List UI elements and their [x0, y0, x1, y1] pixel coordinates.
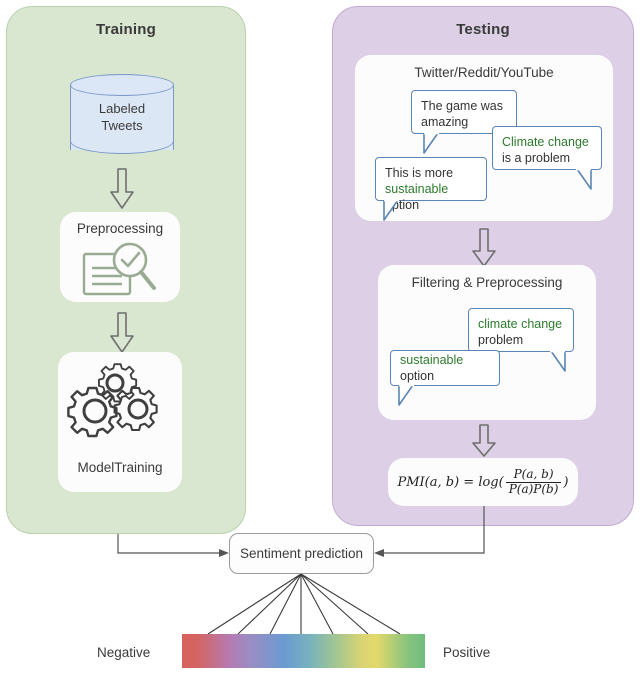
negative-label: Negative	[97, 645, 151, 660]
labeled-tweets-label: Labeled Tweets	[70, 100, 174, 134]
bubble-sustainable-highlight: sustainable	[385, 182, 449, 196]
down-block-arrow	[108, 168, 136, 210]
down-block-arrow	[470, 228, 498, 268]
bubble-climate: Climate change is a problem	[492, 126, 602, 190]
arrowhead-right	[374, 549, 384, 557]
arrowhead-left	[219, 549, 229, 557]
model-training-title: ModelTraining	[77, 460, 163, 475]
down-block-arrow	[470, 424, 498, 458]
bubble-sustainable: This is more sustainable option	[375, 157, 487, 221]
pmi-numerator: P(a, b)	[513, 466, 554, 481]
preprocessing-title: Preprocessing	[76, 221, 164, 236]
training-panel-title: Training	[96, 21, 156, 38]
bubble-climate-filtered: climate change problem	[468, 308, 574, 372]
labeled-tweets-line2: Tweets	[101, 118, 143, 133]
bubble-climate-filtered-highlight: climate change	[478, 317, 563, 331]
prediction-fan-lines	[207, 573, 401, 635]
diagram-canvas: Training Labeled Tweets Preprocessing Mo…	[0, 0, 640, 674]
pmi-fraction: P(a, b) P(a)P(b)	[505, 466, 562, 497]
pmi-formula: PMI(a, b) = log( P(a, b) P(a)P(b) )	[397, 466, 569, 497]
bubble-tail-icon	[382, 198, 404, 221]
training-to-prediction-connector	[117, 534, 222, 554]
testing-panel-title: Testing	[456, 21, 510, 38]
bubble-sustainable-pre: This is more	[385, 166, 454, 180]
social-sources-title: Twitter/Reddit/YouTube	[414, 65, 554, 80]
document-magnifier-check-icon	[80, 240, 162, 298]
sentiment-prediction-label: Sentiment prediction	[239, 546, 364, 561]
pmi-denominator: P(a)P(b)	[505, 481, 562, 497]
bubble-sustainable-filtered: sustainable option	[390, 350, 500, 406]
pmi-rhs: )	[563, 474, 569, 490]
bubble-sustainable-filtered-rest: option	[400, 369, 435, 383]
down-block-arrow	[108, 312, 136, 354]
sentiment-gradient-bar	[182, 634, 425, 668]
bubble-tail-icon	[397, 383, 419, 406]
bubble-climate-highlight: Climate change	[502, 135, 589, 149]
cylinder-bottom	[70, 132, 174, 154]
positive-label: Positive	[443, 645, 491, 660]
bubble-climate-rest: is a problem	[502, 151, 571, 165]
bubble-tail-icon	[422, 131, 444, 154]
labeled-tweets-line1: Labeled	[98, 101, 146, 116]
gears-icon	[67, 363, 170, 450]
bubble-game-text: The game was amazing	[421, 99, 503, 129]
model-training-card: ModelTraining	[58, 352, 182, 492]
bubble-sustainable-filtered-highlight: sustainable	[400, 353, 464, 367]
bubble-tail-icon	[543, 349, 566, 372]
sentiment-prediction-box: Sentiment prediction	[229, 533, 374, 574]
pmi-lhs: PMI(a, b) = log(	[397, 474, 504, 490]
pmi-formula-card: PMI(a, b) = log( P(a, b) P(a)P(b) )	[388, 458, 578, 506]
cylinder-top	[70, 74, 174, 96]
labeled-tweets-database: Labeled Tweets	[70, 74, 174, 160]
filtering-title: Filtering & Preprocessing	[411, 275, 563, 290]
preprocessing-card: Preprocessing	[60, 212, 180, 302]
bubble-tail-icon	[569, 167, 592, 190]
bubble-climate-filtered-rest: problem	[478, 333, 524, 347]
